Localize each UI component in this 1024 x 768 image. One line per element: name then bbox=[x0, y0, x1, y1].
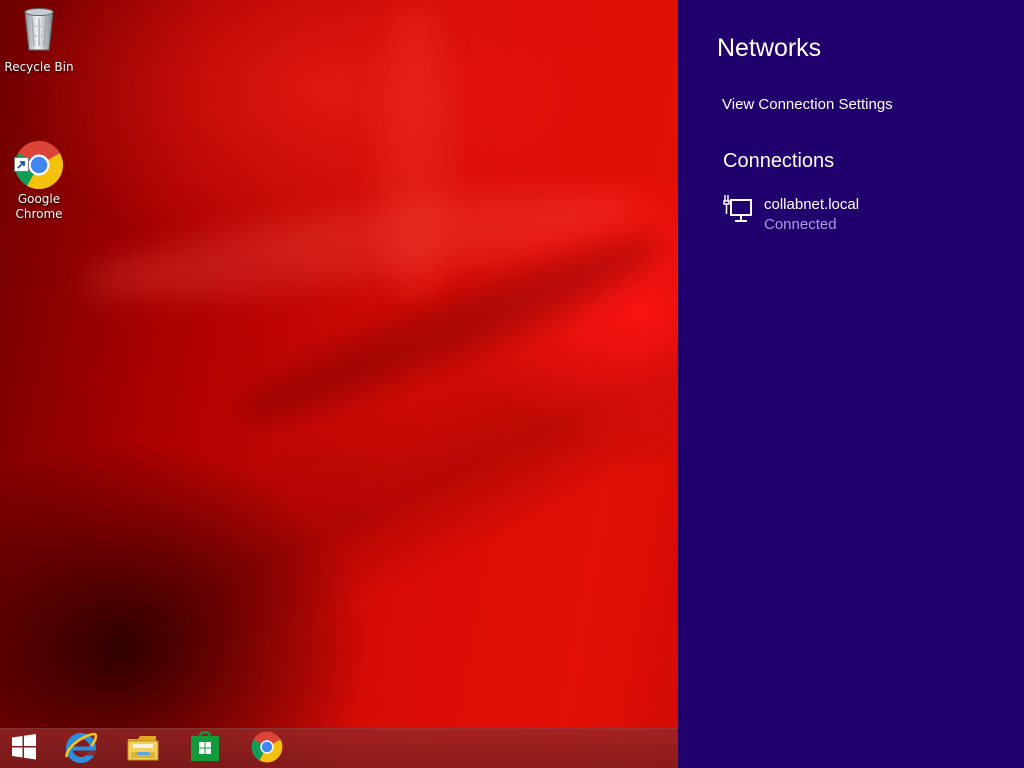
view-connection-settings-link[interactable]: View Connection Settings bbox=[722, 96, 893, 113]
recycle-bin-icon bbox=[2, 6, 76, 58]
chrome-icon bbox=[14, 125, 64, 190]
shortcut-arrow-icon bbox=[14, 157, 29, 172]
wired-network-icon bbox=[722, 194, 754, 228]
taskbar-internet-explorer-button[interactable] bbox=[57, 729, 105, 768]
networks-charm-panel: Networks View Connection Settings Connec… bbox=[678, 0, 1024, 768]
taskbar-store-button[interactable] bbox=[181, 729, 229, 768]
taskbar-file-explorer-button[interactable] bbox=[119, 729, 167, 768]
connection-item[interactable]: collabnet.local Connected bbox=[722, 192, 992, 238]
desktop-icon-recycle-bin[interactable]: Recycle Bin bbox=[2, 6, 76, 75]
wallpaper-streak bbox=[380, 0, 450, 300]
desktop-icon-label: Recycle Bin bbox=[4, 60, 74, 74]
chrome-icon bbox=[251, 731, 283, 767]
windows-logo-icon bbox=[10, 733, 38, 765]
folder-icon bbox=[126, 731, 160, 767]
screen: Recycle Bin Google Chrome Networks View … bbox=[0, 0, 1024, 768]
taskbar-google-chrome-button[interactable] bbox=[243, 729, 291, 768]
desktop-icon-google-chrome[interactable]: Google Chrome bbox=[2, 110, 76, 222]
start-button[interactable] bbox=[0, 729, 48, 768]
store-icon bbox=[189, 731, 221, 767]
taskbar bbox=[0, 728, 678, 768]
desktop-icon-label: Google Chrome bbox=[15, 192, 63, 221]
connection-status: Connected bbox=[764, 216, 837, 233]
internet-explorer-icon bbox=[64, 730, 98, 768]
panel-title: Networks bbox=[717, 34, 822, 62]
connections-heading: Connections bbox=[723, 150, 835, 172]
connection-name: collabnet.local bbox=[764, 196, 860, 213]
